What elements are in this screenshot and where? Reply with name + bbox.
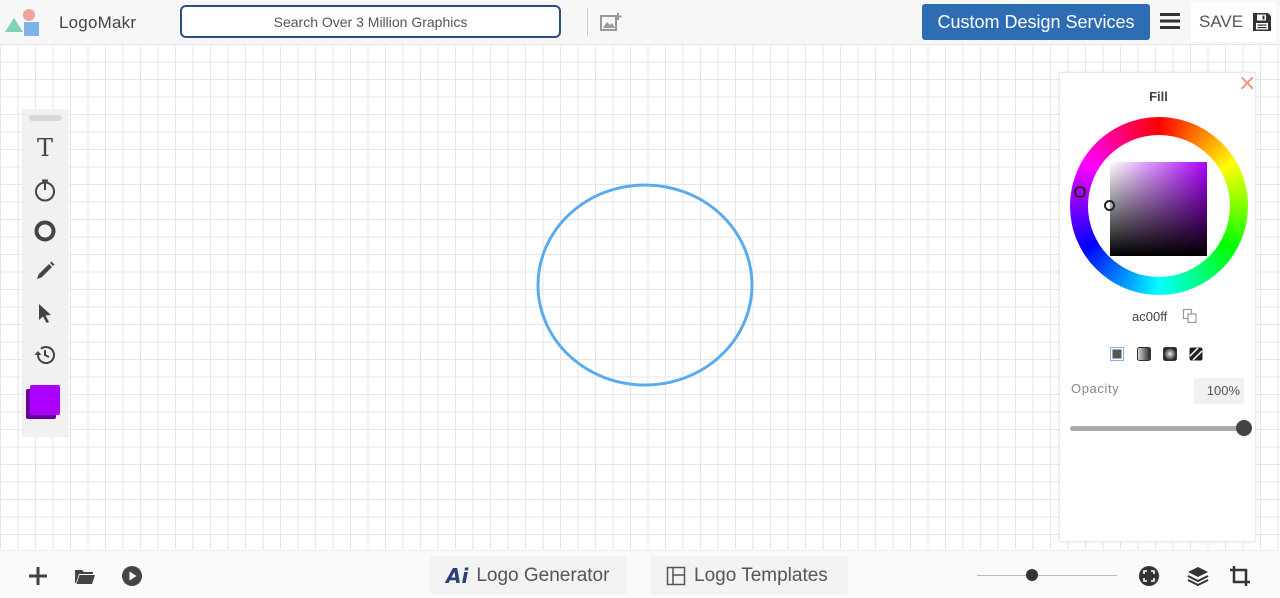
opacity-value[interactable]: 100%: [1194, 378, 1244, 404]
toolbar-drag-handle[interactable]: [29, 115, 62, 121]
draw-tool[interactable]: [30, 256, 60, 286]
logo-templates-label: Logo Templates: [694, 564, 828, 586]
saturation-handle[interactable]: [1104, 200, 1115, 211]
timer-icon: [35, 179, 55, 202]
crop-icon[interactable]: [1229, 565, 1251, 587]
timer-tool[interactable]: [30, 175, 60, 205]
radial-gradient-icon[interactable]: [1163, 347, 1177, 361]
add-icon[interactable]: [27, 565, 49, 587]
ai-icon: Ai: [446, 564, 468, 588]
top-bar: LogoMakr Custom Design Services SAVE: [0, 0, 1280, 44]
shape-tool[interactable]: [30, 216, 60, 246]
opacity-slider-handle[interactable]: [1236, 420, 1252, 436]
linear-gradient-icon[interactable]: [1137, 347, 1151, 361]
saturation-value-square[interactable]: [1110, 162, 1207, 256]
template-grid-icon: [666, 566, 686, 586]
zoom-slider[interactable]: [977, 575, 1117, 576]
logo-templates-button[interactable]: Logo Templates: [650, 556, 848, 595]
tool-palette: T: [22, 109, 69, 437]
hex-value[interactable]: ac00ff: [1132, 309, 1167, 324]
play-icon[interactable]: [121, 565, 143, 587]
hamburger-menu-icon[interactable]: [1159, 11, 1181, 31]
circle-shape-icon: [34, 220, 56, 242]
fit-to-screen-icon[interactable]: [1138, 565, 1160, 587]
hex-row: ac00ff: [1060, 307, 1257, 327]
text-tool[interactable]: T: [30, 133, 60, 163]
logo-generator-label: Logo Generator: [476, 564, 610, 586]
color-wheel[interactable]: [1070, 117, 1248, 295]
floppy-disk-icon: [1253, 13, 1272, 31]
bottom-bar: Ai Logo Generator Logo Templates: [0, 550, 1280, 598]
opacity-label: Opacity: [1071, 381, 1120, 396]
opacity-slider[interactable]: [1070, 426, 1244, 431]
history-icon: [34, 346, 55, 364]
history-tool[interactable]: [30, 340, 60, 370]
divider: [587, 8, 588, 36]
fill-panel: × Fill ac00ff Opacity 100%: [1059, 72, 1256, 542]
canvas-circle-shape[interactable]: [530, 179, 760, 389]
logomakr-logo-icon[interactable]: [4, 6, 42, 38]
solid-fill-icon[interactable]: [1110, 347, 1124, 361]
save-button[interactable]: SAVE: [1191, 2, 1276, 42]
custom-design-services-button[interactable]: Custom Design Services: [922, 4, 1150, 40]
logo-generator-button[interactable]: Ai Logo Generator: [430, 556, 627, 595]
fill-type-selector: [1110, 347, 1210, 363]
pencil-icon: [37, 261, 55, 279]
search-input[interactable]: [180, 5, 561, 38]
panel-title: Fill: [1149, 89, 1168, 104]
image-upload-icon[interactable]: [600, 12, 622, 32]
zoom-slider-handle[interactable]: [1026, 569, 1038, 581]
brand-name[interactable]: LogoMakr: [59, 13, 136, 33]
layers-icon[interactable]: [1187, 565, 1209, 587]
ai-badge-text: Ai: [446, 563, 469, 588]
hue-handle[interactable]: [1074, 186, 1086, 198]
copy-icon[interactable]: [1182, 308, 1198, 324]
current-color-swatch[interactable]: [26, 385, 62, 421]
pointer-icon: [39, 304, 51, 323]
folder-icon[interactable]: [74, 565, 96, 587]
pattern-fill-icon[interactable]: [1189, 347, 1203, 361]
save-label: SAVE: [1199, 12, 1244, 31]
select-tool[interactable]: [30, 298, 60, 328]
